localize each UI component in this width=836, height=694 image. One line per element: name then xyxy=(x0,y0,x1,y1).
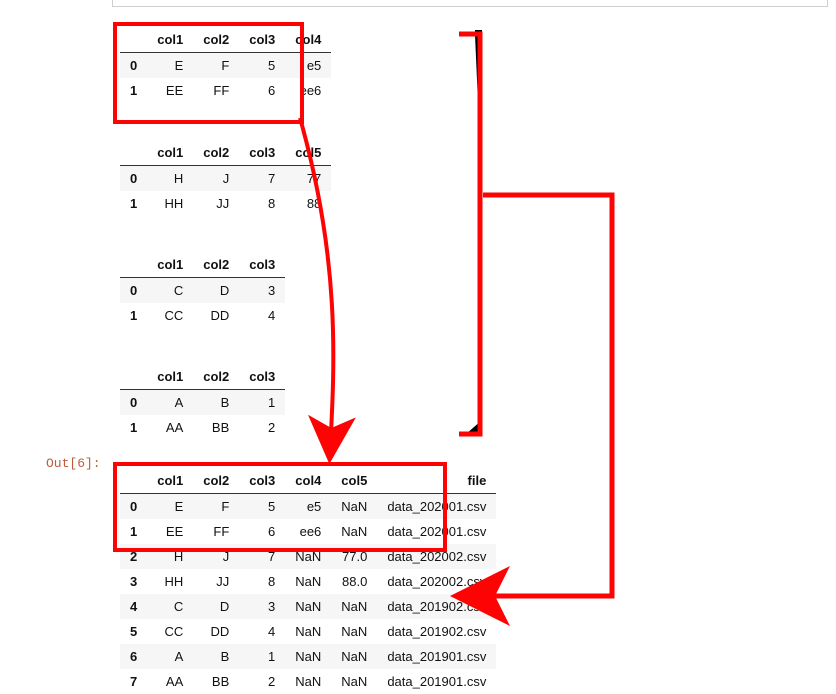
col-header: col5 xyxy=(285,140,331,166)
col-header: col1 xyxy=(147,364,193,390)
index-header xyxy=(120,252,147,278)
index-header xyxy=(120,140,147,166)
cell: NaN xyxy=(285,619,331,644)
highlight-box-destination xyxy=(113,462,447,552)
row-index: 3 xyxy=(120,569,147,594)
cell: NaN xyxy=(331,669,377,694)
dataframe-c: col1 col2 col3 0CD3 1CCDD4 xyxy=(120,252,285,328)
cell: 4 xyxy=(239,303,285,328)
page: Out[6]: col1 col2 col3 col4 0EF5e5 1EEFF… xyxy=(0,0,836,685)
cell: BB xyxy=(193,415,239,440)
cell: B xyxy=(193,644,239,669)
cell: D xyxy=(193,594,239,619)
table-row: 1AABB2 xyxy=(120,415,285,440)
cell: C xyxy=(147,278,193,304)
row-index: 4 xyxy=(120,594,147,619)
cell: 2 xyxy=(239,669,285,694)
cell: NaN xyxy=(331,594,377,619)
cell: 1 xyxy=(239,390,285,416)
cell: BB xyxy=(193,669,239,694)
cell: NaN xyxy=(285,644,331,669)
cell: data_201902.csv xyxy=(377,619,496,644)
col-header: col3 xyxy=(239,140,285,166)
cell: HH xyxy=(147,569,193,594)
cell: D xyxy=(193,278,239,304)
row-index: 6 xyxy=(120,644,147,669)
cell: CC xyxy=(147,303,193,328)
row-index: 0 xyxy=(120,166,147,192)
col-header: col1 xyxy=(147,140,193,166)
col-header: col2 xyxy=(193,364,239,390)
col-header: col2 xyxy=(193,252,239,278)
cell: 2 xyxy=(239,415,285,440)
cell: B xyxy=(193,390,239,416)
row-index: 1 xyxy=(120,303,147,328)
cell: JJ xyxy=(193,569,239,594)
table-row: 0HJ777 xyxy=(120,166,331,192)
cell: 1 xyxy=(239,644,285,669)
cell: data_201902.csv xyxy=(377,594,496,619)
cell: 4 xyxy=(239,619,285,644)
cell: AA xyxy=(147,415,193,440)
cell: 88.0 xyxy=(331,569,377,594)
table-row: 0CD3 xyxy=(120,278,285,304)
col-header: col2 xyxy=(193,140,239,166)
cell: DD xyxy=(193,619,239,644)
output-label: Out[6]: xyxy=(46,456,101,471)
cell: DD xyxy=(193,303,239,328)
cell: NaN xyxy=(285,569,331,594)
cell: 8 xyxy=(239,569,285,594)
cell: AA xyxy=(147,669,193,694)
cell: A xyxy=(147,644,193,669)
cell: data_201901.csv xyxy=(377,644,496,669)
cell: C xyxy=(147,594,193,619)
cell: H xyxy=(147,166,193,192)
table-row: 1HHJJ888 xyxy=(120,191,331,216)
cell: 7 xyxy=(239,166,285,192)
dataframe-b: col1 col2 col3 col5 0HJ777 1HHJJ888 xyxy=(120,140,331,216)
row-index: 5 xyxy=(120,619,147,644)
col-header: col3 xyxy=(239,252,285,278)
cell: data_201901.csv xyxy=(377,669,496,694)
row-index: 1 xyxy=(120,415,147,440)
table-row: 7AABB2NaNNaNdata_201901.csv xyxy=(120,669,496,694)
cell: 3 xyxy=(239,594,285,619)
table-row: 6AB1NaNNaNdata_201901.csv xyxy=(120,644,496,669)
table-row: 4CD3NaNNaNdata_201902.csv xyxy=(120,594,496,619)
cell: NaN xyxy=(331,619,377,644)
table-row: 3HHJJ8NaN88.0data_202002.csv xyxy=(120,569,496,594)
row-index: 1 xyxy=(120,191,147,216)
cell: data_202002.csv xyxy=(377,569,496,594)
cell: 3 xyxy=(239,278,285,304)
cell: J xyxy=(193,166,239,192)
dataframe-d: col1 col2 col3 0AB1 1AABB2 xyxy=(120,364,285,440)
col-header: col3 xyxy=(239,364,285,390)
input-cell-border xyxy=(112,0,828,7)
highlight-box-source xyxy=(113,22,304,124)
cell: HH xyxy=(147,191,193,216)
col-header: col1 xyxy=(147,252,193,278)
cell: 77 xyxy=(285,166,331,192)
cell: NaN xyxy=(331,644,377,669)
index-header xyxy=(120,364,147,390)
row-index: 0 xyxy=(120,278,147,304)
table-row: 1CCDD4 xyxy=(120,303,285,328)
cell: NaN xyxy=(285,669,331,694)
cell: 8 xyxy=(239,191,285,216)
cell: NaN xyxy=(285,594,331,619)
table-row: 0AB1 xyxy=(120,390,285,416)
cell: JJ xyxy=(193,191,239,216)
cell: 88 xyxy=(285,191,331,216)
table-row: 5CCDD4NaNNaNdata_201902.csv xyxy=(120,619,496,644)
row-index: 7 xyxy=(120,669,147,694)
cell: CC xyxy=(147,619,193,644)
row-index: 0 xyxy=(120,390,147,416)
cell: A xyxy=(147,390,193,416)
